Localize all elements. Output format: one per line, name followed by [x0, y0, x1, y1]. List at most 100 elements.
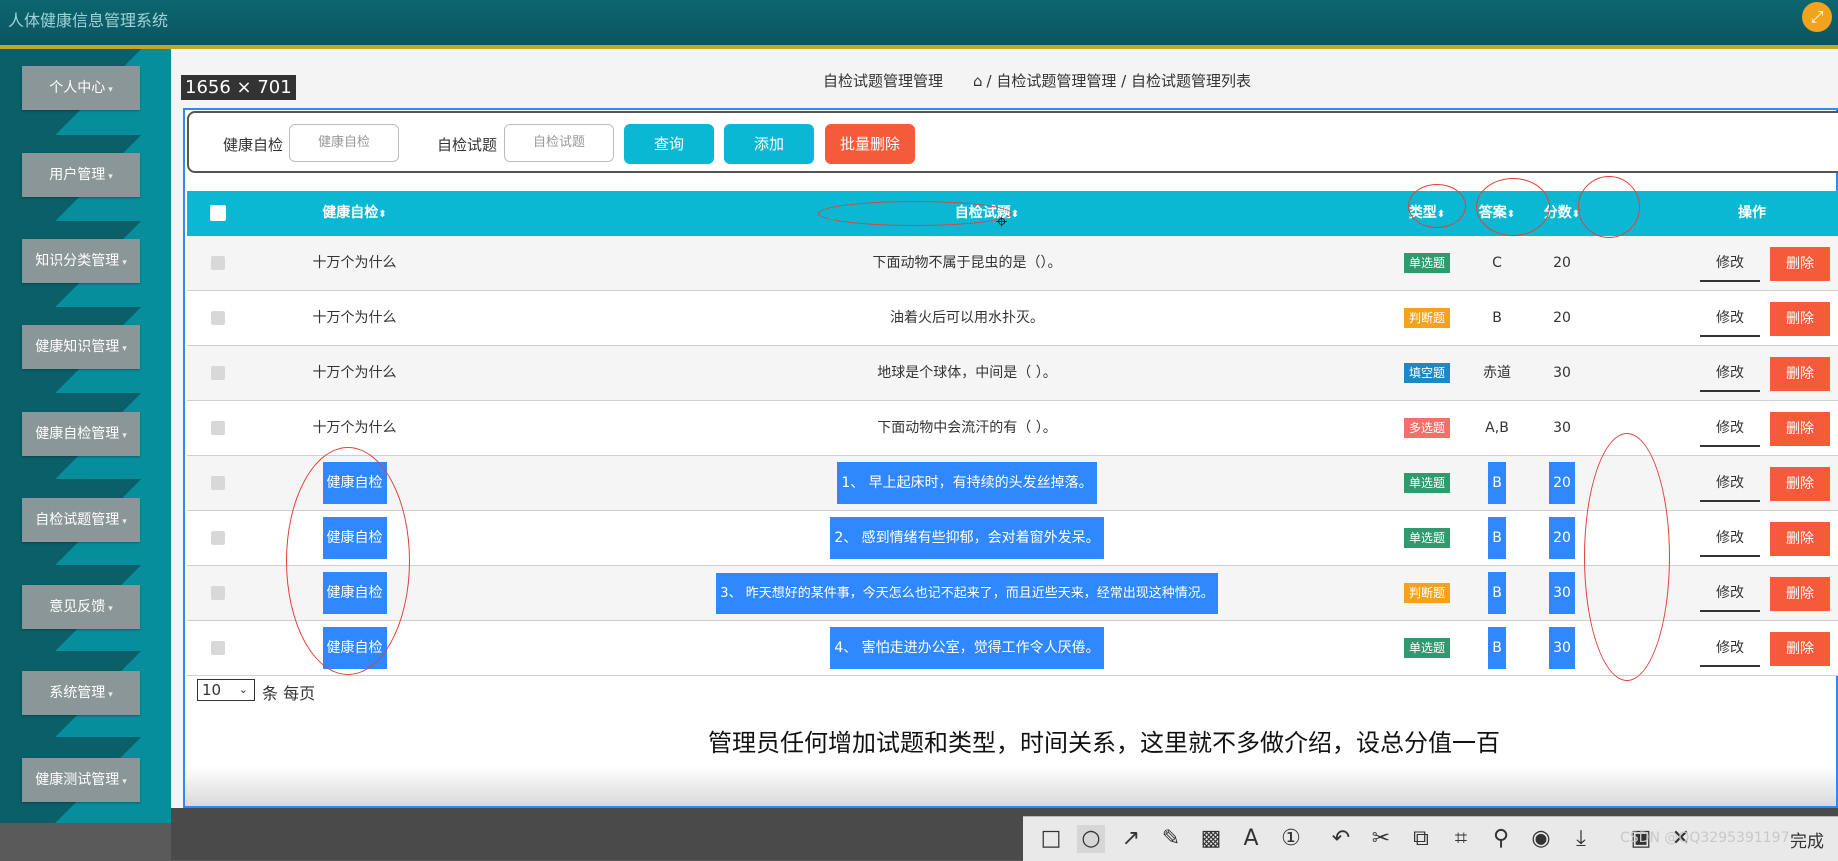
done-button[interactable]: 完成 — [1790, 827, 1824, 852]
select-all-checkbox[interactable] — [210, 205, 226, 221]
cell-question: 下面动物不属于昆虫的是（）。 — [872, 255, 1062, 271]
delete-button[interactable]: 删除 — [1770, 247, 1830, 281]
edit-button[interactable]: 修改 — [1700, 633, 1760, 667]
arrow-icon[interactable]: ↗ — [1117, 825, 1145, 853]
page-title: 自检试题管理管理 — [823, 72, 944, 90]
row-checkbox[interactable] — [211, 366, 225, 380]
sidebar-item-personal-center[interactable]: 个人中心 ▾ — [22, 66, 140, 110]
sort-icon[interactable]: ⬍ — [1011, 209, 1019, 220]
sort-icon[interactable]: ⬍ — [1507, 209, 1515, 220]
chevron-down-icon: ▾ — [122, 431, 127, 441]
cell-type: 单选题 — [1382, 456, 1472, 511]
column-answer[interactable]: 答案⬍ — [1462, 191, 1532, 236]
type-tag: 单选题 — [1403, 253, 1450, 273]
sidebar-item-feedback[interactable]: 意见反馈 ▾ — [22, 585, 140, 629]
cell-health-check: 十万个为什么 — [312, 255, 397, 271]
pin-icon[interactable]: ⚲ — [1487, 825, 1515, 853]
download-icon[interactable]: ⤓ — [1567, 825, 1595, 853]
column-question[interactable]: 自检试题⬍ — [907, 191, 1067, 236]
cell-health-check: 健康自检 — [227, 566, 482, 621]
cell-question: 2、 感到情绪有些抑郁，会对着窗外发呆。 — [537, 511, 1397, 566]
row-checkbox[interactable] — [211, 586, 225, 600]
cell-type: 填空题 — [1382, 346, 1472, 401]
sidebar-item-health-test[interactable]: 健康测试管理 ▾ — [22, 758, 140, 802]
cell-answer: A,B — [1485, 420, 1509, 436]
delete-button[interactable]: 删除 — [1770, 357, 1830, 391]
column-health-check[interactable]: 健康自检⬍ — [277, 191, 432, 236]
sidebar-item-knowledge-category[interactable]: 知识分类管理 ▾ — [22, 239, 140, 283]
delete-button[interactable]: 删除 — [1770, 632, 1830, 666]
chevron-down-icon: ⌄ — [238, 683, 248, 696]
expand-icon[interactable]: ⤢ — [1802, 2, 1832, 32]
row-checkbox[interactable] — [211, 531, 225, 545]
sidebar-item-system-management[interactable]: 系统管理 ▾ — [22, 671, 140, 715]
cell-question: 4、 害怕走进办公室，觉得工作令人厌倦。 — [537, 621, 1397, 676]
edit-button[interactable]: 修改 — [1700, 468, 1760, 502]
sort-icon[interactable]: ⬍ — [1437, 209, 1445, 220]
edit-button[interactable]: 修改 — [1700, 358, 1760, 392]
health-check-input[interactable]: 健康自检 — [289, 124, 399, 162]
column-type[interactable]: 类型⬍ — [1397, 191, 1457, 236]
number-marker-icon[interactable]: ① — [1277, 825, 1305, 853]
delete-button[interactable]: 删除 — [1770, 412, 1830, 446]
edit-button[interactable]: 修改 — [1700, 523, 1760, 557]
table-row: 健康自检 1、 早上起床时，有持续的头发丝掉落。 单选题 B 20 修改 删除 — [187, 456, 1838, 511]
delete-button[interactable]: 删除 — [1770, 577, 1830, 611]
breadcrumb-path: / 自检试题管理管理 / 自检试题管理列表 — [986, 72, 1251, 90]
delete-button[interactable]: 删除 — [1770, 467, 1830, 501]
add-button[interactable]: 添加 — [724, 124, 814, 164]
cell-type: 多选题 — [1382, 401, 1472, 456]
sidebar-item-health-knowledge[interactable]: 健康知识管理 ▾ — [22, 325, 140, 369]
cell-answer: B — [1492, 310, 1502, 326]
sidebar-item-user-management[interactable]: 用户管理 ▾ — [22, 153, 140, 197]
edit-button[interactable]: 修改 — [1700, 578, 1760, 612]
cell-score: 20 — [1553, 310, 1571, 326]
edit-button[interactable]: 修改 — [1700, 413, 1760, 447]
edit-button[interactable]: 修改 — [1700, 248, 1760, 282]
cell-type: 单选题 — [1382, 236, 1472, 291]
column-score[interactable]: 分数⬍ — [1527, 191, 1597, 236]
row-checkbox[interactable] — [211, 256, 225, 270]
sidebar-item-self-check-questions[interactable]: 自检试题管理 ▾ — [22, 498, 140, 542]
edit-button[interactable]: 修改 — [1700, 303, 1760, 337]
watermark: CSDN @QQ3295391197 — [1620, 830, 1790, 846]
mosaic-icon[interactable]: ▩ — [1197, 825, 1225, 853]
home-icon[interactable]: ⌂ — [973, 72, 983, 90]
row-checkbox[interactable] — [211, 476, 225, 490]
row-checkbox[interactable] — [211, 641, 225, 655]
text-icon[interactable]: A — [1237, 825, 1265, 853]
row-checkbox[interactable] — [211, 421, 225, 435]
undo-icon[interactable]: ↶ — [1327, 825, 1355, 853]
cell-type: 单选题 — [1382, 621, 1472, 676]
cell-health-check: 十万个为什么 — [312, 310, 397, 326]
search-form — [187, 111, 1838, 173]
pencil-icon[interactable]: ✎ — [1157, 825, 1185, 853]
ellipse-icon[interactable]: ○ — [1077, 825, 1105, 853]
sort-icon[interactable]: ⬍ — [378, 209, 386, 220]
sort-icon[interactable]: ⬍ — [1572, 209, 1580, 220]
cell-health-check: 十万个为什么 — [312, 365, 397, 381]
delete-button[interactable]: 删除 — [1770, 302, 1830, 336]
page-size-suffix: 条 每页 — [262, 684, 316, 703]
delete-button[interactable]: 删除 — [1770, 522, 1830, 556]
type-tag: 填空题 — [1403, 363, 1450, 383]
query-button[interactable]: 查询 — [624, 124, 714, 164]
table-row: 十万个为什么 地球是个球体，中间是（ ）。 填空题 赤道 30 修改 删除 — [187, 346, 1838, 401]
rectangle-icon[interactable]: □ — [1037, 825, 1065, 853]
question-label: 自检试题 — [437, 136, 498, 154]
chevron-down-icon: ▾ — [108, 172, 113, 182]
row-checkbox[interactable] — [211, 311, 225, 325]
sidebar-item-health-self-check[interactable]: 健康自检管理 ▾ — [22, 412, 140, 456]
cell-question: 3、 昨天想好的某件事，今天怎么也记不起来了，而且近些天来，经常出现这种情况。 — [537, 566, 1397, 621]
scissors-icon[interactable]: ✂ — [1367, 825, 1395, 853]
question-input[interactable]: 自检试题 — [504, 124, 614, 162]
cell-score: 20 — [1527, 456, 1597, 511]
ocr-icon[interactable]: ⌗ — [1447, 825, 1475, 853]
batch-delete-button[interactable]: 批量删除 — [825, 124, 915, 164]
translate-icon[interactable]: ⧉ — [1407, 825, 1435, 853]
cell-score: 30 — [1527, 566, 1597, 621]
cell-answer: B — [1462, 511, 1532, 566]
cell-answer: B — [1462, 621, 1532, 676]
page-size-select[interactable]: 10 ⌄ — [197, 679, 255, 701]
record-icon[interactable]: ◉ — [1527, 825, 1555, 853]
